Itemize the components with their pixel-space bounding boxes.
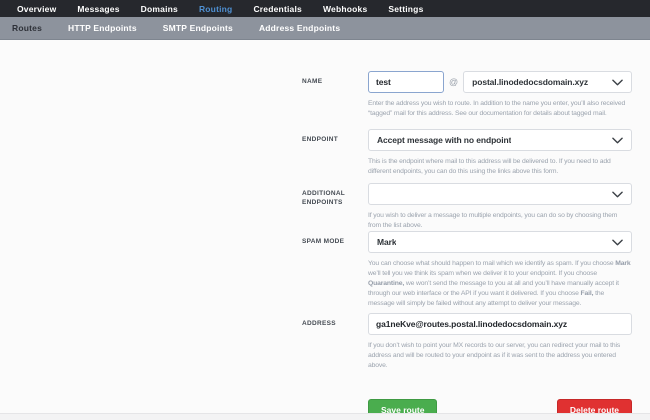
spam-mode-row: SPAM MODE Mark You can choose what shoul…	[302, 231, 650, 309]
name-help-text: Enter the address you wish to route. In …	[368, 100, 626, 117]
address-help-text: If you don’t wish to point your MX recor…	[368, 342, 621, 369]
endpoint-select[interactable]: Accept message with no endpoint	[368, 129, 632, 151]
nav-item-credentials[interactable]: Credentials	[253, 4, 302, 14]
subnav-item-http-endpoints[interactable]: HTTP Endpoints	[68, 23, 137, 33]
nav-item-overview[interactable]: Overview	[17, 4, 56, 14]
main-nav: Overview Messages Domains Routing Creden…	[0, 0, 650, 17]
chevron-down-icon	[612, 239, 623, 245]
nav-item-routing[interactable]: Routing	[199, 4, 233, 14]
nav-item-messages[interactable]: Messages	[77, 4, 119, 14]
routing-sub-nav: Routes HTTP Endpoints SMTP Endpoints Add…	[0, 17, 650, 40]
address-input[interactable]	[368, 313, 632, 335]
endpoint-label: ENDPOINT	[302, 136, 338, 143]
address-label: ADDRESS	[302, 320, 336, 327]
nav-item-webhooks[interactable]: Webhooks	[323, 4, 367, 14]
domain-select-value: postal.linodedocsdomain.xyz	[472, 77, 588, 87]
name-row: NAME @ postal.linodedocsdomain.xyz Enter…	[302, 71, 650, 119]
footer-strip	[0, 413, 650, 420]
at-symbol: @	[449, 77, 459, 87]
domain-select[interactable]: postal.linodedocsdomain.xyz	[463, 71, 632, 93]
route-form: NAME @ postal.linodedocsdomain.xyz Enter…	[0, 40, 650, 420]
subnav-item-routes[interactable]: Routes	[12, 23, 42, 33]
chevron-down-icon	[612, 191, 623, 197]
chevron-down-icon	[612, 137, 623, 143]
endpoint-row: ENDPOINT Accept message with no endpoint…	[302, 129, 650, 177]
additional-endpoints-row: ADDITIONAL ENDPOINTS If you wish to deli…	[302, 183, 650, 231]
subnav-item-smtp-endpoints[interactable]: SMTP Endpoints	[163, 23, 233, 33]
name-input[interactable]	[368, 71, 444, 93]
endpoint-help-text: This is the endpoint where mail to this …	[368, 158, 611, 175]
nav-item-settings[interactable]: Settings	[388, 4, 423, 14]
additional-endpoints-help-text: If you wish to deliver a message to mult…	[368, 212, 618, 229]
nav-item-domains[interactable]: Domains	[141, 4, 178, 14]
endpoint-select-value: Accept message with no endpoint	[377, 135, 512, 145]
additional-endpoints-label: ADDITIONAL ENDPOINTS	[302, 190, 345, 206]
spam-mode-select-value: Mark	[377, 237, 397, 247]
spam-mode-help-text: You can choose what should happen to mai…	[368, 260, 631, 307]
subnav-item-address-endpoints[interactable]: Address Endpoints	[259, 23, 340, 33]
name-label: NAME	[302, 78, 323, 85]
spam-mode-label: SPAM MODE	[302, 238, 345, 245]
address-row: ADDRESS If you don’t wish to point your …	[302, 313, 650, 371]
spam-mode-select[interactable]: Mark	[368, 231, 632, 253]
chevron-down-icon	[612, 79, 623, 85]
additional-endpoints-select[interactable]	[368, 183, 632, 205]
